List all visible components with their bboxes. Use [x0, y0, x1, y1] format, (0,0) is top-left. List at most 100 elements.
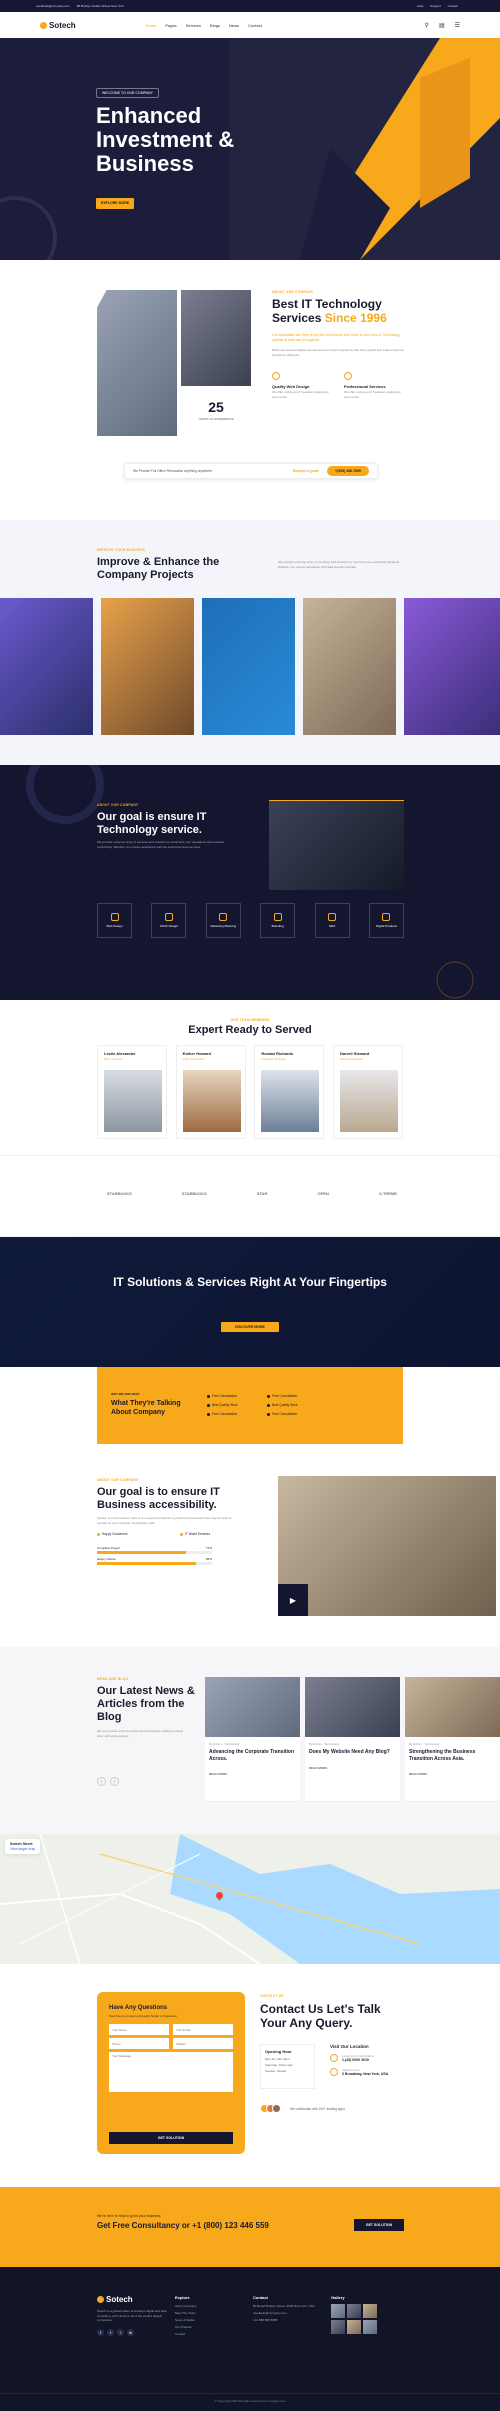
- access-image: [278, 1476, 496, 1616]
- gallery-thumb[interactable]: [363, 2320, 377, 2334]
- footer-contact-line[interactable]: needhelp@company.com: [253, 2311, 323, 2315]
- footer-link[interactable]: Our Projects: [175, 2325, 197, 2329]
- twitter-icon[interactable]: t: [107, 2329, 114, 2336]
- footer-logo[interactable]: Sotech: [97, 2295, 133, 2304]
- nav-home[interactable]: Home: [146, 23, 157, 28]
- blog-card[interactable]: By Admin · Technology Strengthening the …: [405, 1677, 500, 1802]
- service-card-seo[interactable]: SEO: [314, 903, 350, 938]
- blog-card[interactable]: By Admin · Technology Does My Website Ne…: [305, 1677, 400, 1802]
- project-image-3[interactable]: [202, 598, 295, 735]
- check-icon: [207, 1403, 210, 1407]
- team-card[interactable]: Leslie Alexander Bisg. Founder: [97, 1045, 167, 1139]
- service-card-web-design[interactable]: Web Design: [97, 903, 132, 938]
- check-item: Free Consultation: [267, 1412, 327, 1416]
- brand-logo[interactable]: X-TREME: [379, 1191, 397, 1196]
- read-more-link[interactable]: READ MORE: [209, 1772, 296, 1776]
- gallery-thumb[interactable]: [347, 2320, 361, 2334]
- goal-text: We provide a diverse array of services a…: [97, 840, 225, 849]
- address-text: 3 Broadway, New York, USA: [342, 2072, 389, 2076]
- team-card[interactable]: Darrell Steward Medical Assistant: [332, 1045, 403, 1139]
- consult-button[interactable]: GET SOLUTION: [354, 2219, 404, 2231]
- brand-logo[interactable]: STAR: [257, 1191, 268, 1196]
- header-icons: ⚲ ▤ ☰: [425, 22, 460, 29]
- brand-logo[interactable]: STARBUCKS: [182, 1191, 207, 1196]
- read-more-link[interactable]: READ MORE: [309, 1766, 396, 1770]
- footer-contact-line[interactable]: +91 888 888 8888: [253, 2318, 323, 2322]
- play-video-button[interactable]: ▶: [278, 1584, 308, 1616]
- footer-link[interactable]: About Company: [175, 2304, 197, 2308]
- phone-field[interactable]: [109, 2038, 169, 2049]
- linkedin-icon[interactable]: in: [127, 2329, 134, 2336]
- topbar-link-support[interactable]: Support: [430, 4, 441, 8]
- topbar-email[interactable]: needhelp@company.com: [36, 4, 70, 8]
- nav-services[interactable]: Services: [186, 23, 201, 28]
- blog-next-button[interactable]: ›: [110, 1777, 119, 1786]
- project-image-2[interactable]: [101, 598, 194, 735]
- gallery-thumb[interactable]: [347, 2304, 361, 2318]
- blog-prev-button[interactable]: ‹: [97, 1777, 106, 1786]
- blog-post-title[interactable]: Does My Website Need Any Blog?: [309, 1749, 396, 1756]
- blog-card[interactable]: By Admin · Technology Advancing the Corp…: [205, 1677, 300, 1802]
- footer-link[interactable]: Meet The Team: [175, 2311, 197, 2315]
- search-icon[interactable]: ⚲: [425, 22, 429, 29]
- nav-contact[interactable]: Contact: [248, 23, 262, 28]
- email-field[interactable]: [173, 2024, 233, 2035]
- instagram-icon[interactable]: i: [117, 2329, 124, 2336]
- subject-field[interactable]: [173, 2038, 233, 2049]
- blog-post-title[interactable]: Advancing the Corporate Transition Acros…: [209, 1749, 296, 1762]
- name-field[interactable]: [109, 2024, 169, 2035]
- submit-button[interactable]: GET SOLUTION: [109, 2132, 233, 2144]
- message-field[interactable]: [109, 2052, 233, 2092]
- contact-form: Have Any Questions Feel free to contact …: [97, 1992, 245, 2154]
- location-icon: [330, 2068, 338, 2076]
- nav-blogs[interactable]: Blogs: [210, 23, 220, 28]
- menu-icon[interactable]: ☰: [455, 22, 460, 29]
- project-image-5[interactable]: [404, 598, 500, 735]
- phone-number[interactable]: 1-(45) 0000 3019: [342, 2058, 369, 2062]
- ui-ux-icon: [164, 913, 173, 921]
- nav-news[interactable]: News: [229, 23, 239, 28]
- project-image-1[interactable]: [0, 598, 93, 735]
- team-title: Expert Ready to Served: [188, 1024, 312, 1036]
- check-label: Free Consultation: [212, 1394, 238, 1398]
- read-more-link[interactable]: READ MORE: [409, 1772, 496, 1776]
- project-image-4[interactable]: [303, 598, 396, 735]
- improve-section: IMPROVE YOUR BUSINESS Improve & Enhance …: [0, 520, 500, 765]
- goal-title: Our goal is ensure IT Technology service…: [97, 811, 207, 836]
- team-card[interactable]: Esther Howard CFE Consultant: [175, 1045, 246, 1139]
- brand-logo[interactable]: OPEN: [318, 1191, 329, 1196]
- improve-text: We provide a diverse array of company an…: [278, 560, 401, 569]
- service-card-ui-ux[interactable]: UI/UX Design: [151, 903, 187, 938]
- gallery-thumb[interactable]: [331, 2320, 345, 2334]
- nav-pages[interactable]: Pages: [165, 23, 176, 28]
- service-card-branding[interactable]: Branding: [260, 903, 296, 938]
- gallery-thumb[interactable]: [363, 2304, 377, 2318]
- footer-link[interactable]: News & Media: [175, 2318, 197, 2322]
- map-section[interactable]: Sotech Street View larger map: [0, 1834, 500, 1964]
- member-photo: [339, 1070, 398, 1132]
- gallery-thumb[interactable]: [331, 2304, 345, 2318]
- quote-bar: We Provide Full Office Renovation Anythi…: [124, 463, 378, 479]
- service-card-marketing[interactable]: Marketing Planning: [205, 903, 241, 938]
- footer-explore-title: Explore: [175, 2295, 190, 2300]
- member-role: Bisg. Founder: [104, 1057, 123, 1061]
- topbar-link-contact[interactable]: Contact: [448, 4, 458, 8]
- access-text: System is a term used to refer to an org…: [97, 1516, 232, 1525]
- quote-phone-button[interactable]: +(308) 456-7890: [327, 466, 369, 476]
- topbar-link-help[interactable]: Help: [417, 4, 423, 8]
- check-item: Best Quality Work: [207, 1403, 267, 1407]
- view-larger-map-link[interactable]: View larger map: [10, 1847, 35, 1851]
- team-card[interactable]: Ronald Richards President of Sales: [254, 1045, 325, 1139]
- logo[interactable]: Sotech: [40, 21, 76, 30]
- footer-link[interactable]: Contact: [175, 2332, 197, 2336]
- hours-line: Saturday: 10am-4pm: [265, 2063, 294, 2067]
- explore-more-button[interactable]: EXPLORE MORE: [96, 198, 134, 209]
- blog-post-title[interactable]: Strengthening the Business Transition Ac…: [409, 1749, 496, 1762]
- member-name: Leslie Alexander: [104, 1051, 136, 1056]
- discover-more-button[interactable]: DISCOVER MORE: [221, 1322, 279, 1332]
- cart-icon[interactable]: ▤: [439, 22, 445, 29]
- brand-logo[interactable]: STARBUCKS: [107, 1191, 132, 1196]
- request-quote-link[interactable]: Request a Quote: [293, 469, 319, 473]
- facebook-icon[interactable]: f: [97, 2329, 104, 2336]
- service-card-digital[interactable]: Digital Products: [368, 903, 404, 938]
